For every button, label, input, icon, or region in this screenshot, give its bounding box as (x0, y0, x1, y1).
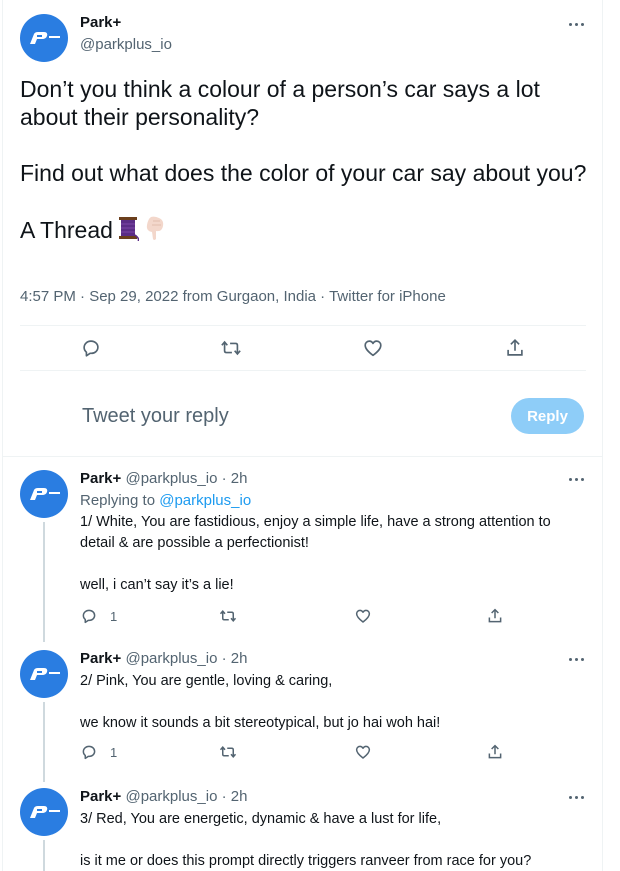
share-icon[interactable] (486, 607, 504, 625)
replying-to-link[interactable]: @parkplus_io (159, 492, 251, 509)
reply-count: 1 (110, 745, 118, 760)
parkplus-logo-icon (30, 668, 60, 680)
reply-header: Park+ @parkplus_io · 2h (80, 650, 247, 667)
replying-to: Replying to @parkplus_io (80, 492, 251, 509)
avatar[interactable] (20, 650, 68, 698)
tweet-line: Find out what does the color of your car… (20, 160, 587, 186)
tweet-line: A Thread (20, 215, 590, 247)
more-options-icon[interactable] (567, 474, 587, 484)
retweet-icon[interactable] (220, 337, 242, 359)
reply-author-name[interactable]: Park+ (80, 470, 121, 487)
reply-text: 2/ Pink, You are gentle, loving & caring… (80, 671, 585, 734)
thread-connector-line (43, 840, 45, 871)
reply-text: 1/ White, You are fastidious, enjoy a si… (80, 512, 585, 596)
pointing-down-emoji-icon (143, 215, 167, 247)
like-icon[interactable] (354, 607, 372, 625)
retweet-icon[interactable] (219, 743, 237, 761)
reply-handle-time[interactable]: @parkplus_io · 2h (125, 650, 247, 667)
parkplus-logo-icon (30, 488, 60, 500)
thread-spool-emoji-icon (117, 215, 140, 247)
avatar[interactable] (20, 470, 68, 518)
share-icon[interactable] (486, 743, 504, 761)
parkplus-logo-icon (30, 32, 60, 44)
retweet-icon[interactable] (219, 607, 237, 625)
reply-handle-time[interactable]: @parkplus_io · 2h (125, 470, 247, 487)
reply-count: 1 (110, 609, 118, 624)
thread-connector-line (43, 702, 45, 782)
share-icon[interactable] (504, 337, 526, 359)
like-icon[interactable] (362, 337, 384, 359)
divider (3, 456, 602, 457)
more-options-icon[interactable] (567, 654, 587, 664)
like-icon[interactable] (354, 743, 372, 761)
reply-header: Park+ @parkplus_io · 2h (80, 788, 247, 805)
tweet-line: Don’t you think a colour of a person’s c… (20, 76, 540, 130)
more-options-icon[interactable] (567, 19, 587, 29)
reply-icon[interactable] (80, 607, 98, 625)
replying-to-label: Replying to (80, 492, 160, 509)
tweet-text: Don’t you think a colour of a person’s c… (20, 75, 590, 247)
reply-author-name[interactable]: Park+ (80, 788, 121, 805)
author-handle[interactable]: @parkplus_io (80, 36, 172, 53)
thread-connector-line (43, 522, 45, 642)
reply-handle-time[interactable]: @parkplus_io · 2h (125, 788, 247, 805)
avatar[interactable] (20, 14, 68, 62)
reply-icon[interactable] (80, 743, 98, 761)
reply-author-name[interactable]: Park+ (80, 650, 121, 667)
avatar[interactable] (20, 788, 68, 836)
reply-button[interactable]: Reply (511, 398, 584, 434)
reply-paragraph: we know it sounds a bit stereotypical, b… (80, 715, 441, 731)
reply-paragraph: 3/ Red, You are energetic, dynamic & hav… (80, 811, 442, 827)
divider (20, 370, 586, 371)
reply-input[interactable]: Tweet your reply (82, 405, 229, 428)
author-name[interactable]: Park+ (80, 14, 121, 31)
tweet-line-text: A Thread (20, 217, 113, 243)
reply-icon[interactable] (80, 337, 102, 359)
more-options-icon[interactable] (567, 792, 587, 802)
reply-paragraph: 1/ White, You are fastidious, enjoy a si… (80, 514, 551, 551)
reply-paragraph: is it me or does this prompt directly tr… (80, 853, 532, 869)
parkplus-logo-icon (30, 806, 60, 818)
divider (20, 325, 586, 326)
reply-text: 3/ Red, You are energetic, dynamic & hav… (80, 809, 585, 871)
reply-paragraph: well, i can’t say it’s a lie! (80, 577, 234, 593)
reply-header: Park+ @parkplus_io · 2h (80, 470, 247, 487)
reply-paragraph: 2/ Pink, You are gentle, loving & caring… (80, 673, 333, 689)
tweet-timestamp[interactable]: 4:57 PM · Sep 29, 2022 from Gurgaon, Ind… (20, 288, 446, 305)
